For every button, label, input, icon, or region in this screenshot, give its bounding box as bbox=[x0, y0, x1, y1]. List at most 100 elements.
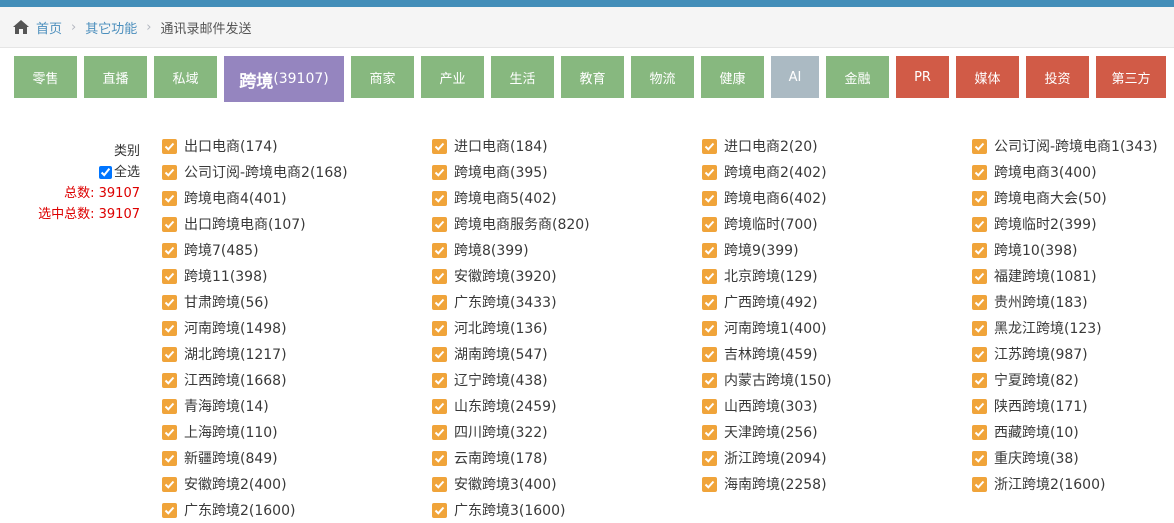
checkbox-checked-icon[interactable] bbox=[702, 476, 717, 492]
checkbox-checked-icon[interactable] bbox=[702, 138, 717, 154]
checkbox-checked-icon[interactable] bbox=[432, 424, 447, 440]
group-checkbox-item[interactable]: 公司订阅-跨境电商1(343) bbox=[972, 133, 1174, 159]
checkbox-checked-icon[interactable] bbox=[972, 242, 987, 258]
checkbox-checked-icon[interactable] bbox=[432, 216, 447, 232]
tab-8[interactable]: 物流 bbox=[631, 56, 694, 98]
group-checkbox-item[interactable]: 云南跨境(178) bbox=[432, 445, 702, 471]
group-checkbox-item[interactable]: 辽宁跨境(438) bbox=[432, 367, 702, 393]
group-checkbox-item[interactable]: 跨境9(399) bbox=[702, 237, 972, 263]
checkbox-checked-icon[interactable] bbox=[972, 346, 987, 362]
group-checkbox-item[interactable]: 跨境电商6(402) bbox=[702, 185, 972, 211]
checkbox-checked-icon[interactable] bbox=[972, 372, 987, 388]
checkbox-checked-icon[interactable] bbox=[702, 320, 717, 336]
select-all-checkbox[interactable] bbox=[98, 166, 112, 179]
checkbox-checked-icon[interactable] bbox=[702, 398, 717, 414]
checkbox-checked-icon[interactable] bbox=[972, 476, 987, 492]
checkbox-checked-icon[interactable] bbox=[162, 294, 177, 310]
group-checkbox-item[interactable]: 跨境电商5(402) bbox=[432, 185, 702, 211]
checkbox-checked-icon[interactable] bbox=[162, 268, 177, 284]
checkbox-checked-icon[interactable] bbox=[162, 320, 177, 336]
group-checkbox-item[interactable]: 安徽跨境3(400) bbox=[432, 471, 702, 497]
checkbox-checked-icon[interactable] bbox=[972, 398, 987, 414]
group-checkbox-item[interactable]: 河南跨境1(400) bbox=[702, 315, 972, 341]
checkbox-checked-icon[interactable] bbox=[432, 450, 447, 466]
checkbox-checked-icon[interactable] bbox=[972, 294, 987, 310]
group-checkbox-item[interactable]: 安徽跨境(3920) bbox=[432, 263, 702, 289]
group-checkbox-item[interactable]: 青海跨境(14) bbox=[162, 393, 432, 419]
group-checkbox-item[interactable]: 跨境临时2(399) bbox=[972, 211, 1174, 237]
breadcrumb-other-functions-link[interactable]: 其它功能 bbox=[85, 18, 137, 37]
tab-12[interactable]: PR bbox=[896, 56, 949, 98]
group-checkbox-item[interactable]: 黑龙江跨境(123) bbox=[972, 315, 1174, 341]
checkbox-checked-icon[interactable] bbox=[162, 346, 177, 362]
checkbox-checked-icon[interactable] bbox=[702, 268, 717, 284]
checkbox-checked-icon[interactable] bbox=[162, 476, 177, 492]
tab-14[interactable]: 投资 bbox=[1026, 56, 1089, 98]
checkbox-checked-icon[interactable] bbox=[702, 190, 717, 206]
group-checkbox-item[interactable]: 天津跨境(256) bbox=[702, 419, 972, 445]
group-checkbox-item[interactable]: 进口电商2(20) bbox=[702, 133, 972, 159]
group-checkbox-item[interactable]: 跨境临时(700) bbox=[702, 211, 972, 237]
tab-3[interactable]: 跨境 (39107) bbox=[224, 56, 344, 102]
checkbox-checked-icon[interactable] bbox=[972, 320, 987, 336]
group-checkbox-item[interactable]: 安徽跨境2(400) bbox=[162, 471, 432, 497]
checkbox-checked-icon[interactable] bbox=[702, 164, 717, 180]
checkbox-checked-icon[interactable] bbox=[972, 190, 987, 206]
group-checkbox-item[interactable]: 跨境电商服务商(820) bbox=[432, 211, 702, 237]
tab-11[interactable]: 金融 bbox=[826, 56, 889, 98]
group-checkbox-item[interactable]: 广东跨境(3433) bbox=[432, 289, 702, 315]
group-checkbox-item[interactable]: 跨境电商2(402) bbox=[702, 159, 972, 185]
group-checkbox-item[interactable]: 浙江跨境(2094) bbox=[702, 445, 972, 471]
tab-0[interactable]: 零售 bbox=[14, 56, 77, 98]
group-checkbox-item[interactable]: 江西跨境(1668) bbox=[162, 367, 432, 393]
group-checkbox-item[interactable]: 出口电商(174) bbox=[162, 133, 432, 159]
group-checkbox-item[interactable]: 湖南跨境(547) bbox=[432, 341, 702, 367]
group-checkbox-item[interactable]: 宁夏跨境(82) bbox=[972, 367, 1174, 393]
group-checkbox-item[interactable]: 山东跨境(2459) bbox=[432, 393, 702, 419]
breadcrumb-home-link[interactable]: 首页 bbox=[36, 18, 62, 37]
tab-9[interactable]: 健康 bbox=[701, 56, 764, 98]
checkbox-checked-icon[interactable] bbox=[432, 138, 447, 154]
group-checkbox-item[interactable]: 重庆跨境(38) bbox=[972, 445, 1174, 471]
group-checkbox-item[interactable]: 上海跨境(110) bbox=[162, 419, 432, 445]
group-checkbox-item[interactable]: 广东跨境3(1600) bbox=[432, 497, 702, 523]
checkbox-checked-icon[interactable] bbox=[162, 138, 177, 154]
checkbox-checked-icon[interactable] bbox=[972, 268, 987, 284]
group-checkbox-item[interactable]: 内蒙古跨境(150) bbox=[702, 367, 972, 393]
checkbox-checked-icon[interactable] bbox=[702, 372, 717, 388]
checkbox-checked-icon[interactable] bbox=[702, 450, 717, 466]
tab-2[interactable]: 私域 bbox=[154, 56, 217, 98]
group-checkbox-item[interactable]: 公司订阅-跨境电商2(168) bbox=[162, 159, 432, 185]
checkbox-checked-icon[interactable] bbox=[162, 424, 177, 440]
checkbox-checked-icon[interactable] bbox=[702, 294, 717, 310]
group-checkbox-item[interactable]: 跨境电商(395) bbox=[432, 159, 702, 185]
group-checkbox-item[interactable]: 跨境电商4(401) bbox=[162, 185, 432, 211]
group-checkbox-item[interactable]: 广东跨境2(1600) bbox=[162, 497, 432, 523]
tab-1[interactable]: 直播 bbox=[84, 56, 147, 98]
group-checkbox-item[interactable]: 新疆跨境(849) bbox=[162, 445, 432, 471]
checkbox-checked-icon[interactable] bbox=[972, 138, 987, 154]
checkbox-checked-icon[interactable] bbox=[162, 164, 177, 180]
group-checkbox-item[interactable]: 跨境电商3(400) bbox=[972, 159, 1174, 185]
checkbox-checked-icon[interactable] bbox=[432, 346, 447, 362]
checkbox-checked-icon[interactable] bbox=[432, 294, 447, 310]
checkbox-checked-icon[interactable] bbox=[702, 242, 717, 258]
checkbox-checked-icon[interactable] bbox=[972, 164, 987, 180]
checkbox-checked-icon[interactable] bbox=[162, 190, 177, 206]
group-checkbox-item[interactable]: 河南跨境(1498) bbox=[162, 315, 432, 341]
checkbox-checked-icon[interactable] bbox=[162, 372, 177, 388]
checkbox-checked-icon[interactable] bbox=[702, 346, 717, 362]
checkbox-checked-icon[interactable] bbox=[702, 216, 717, 232]
checkbox-checked-icon[interactable] bbox=[162, 398, 177, 414]
group-checkbox-item[interactable]: 河北跨境(136) bbox=[432, 315, 702, 341]
tab-13[interactable]: 媒体 bbox=[956, 56, 1019, 98]
checkbox-checked-icon[interactable] bbox=[432, 502, 447, 518]
home-icon[interactable] bbox=[12, 19, 30, 35]
group-checkbox-item[interactable]: 跨境10(398) bbox=[972, 237, 1174, 263]
group-checkbox-item[interactable]: 跨境7(485) bbox=[162, 237, 432, 263]
checkbox-checked-icon[interactable] bbox=[432, 190, 447, 206]
checkbox-checked-icon[interactable] bbox=[432, 268, 447, 284]
tab-6[interactable]: 生活 bbox=[491, 56, 554, 98]
tab-15[interactable]: 第三方 bbox=[1096, 56, 1166, 98]
checkbox-checked-icon[interactable] bbox=[432, 476, 447, 492]
